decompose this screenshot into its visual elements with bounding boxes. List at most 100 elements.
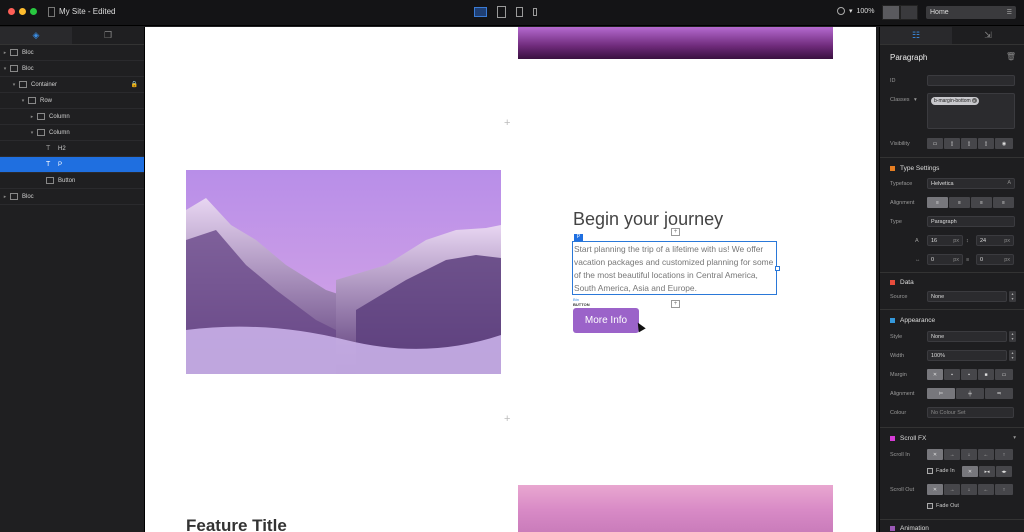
resize-handle[interactable]: [775, 266, 780, 271]
remove-class-icon[interactable]: ×: [971, 98, 977, 103]
fade-in-expand-icon[interactable]: ▸◂: [979, 466, 995, 477]
font-size-field[interactable]: 16 px: [927, 235, 963, 246]
fade-in-checkbox[interactable]: [927, 468, 933, 474]
line-height-field[interactable]: 24 px: [976, 235, 1014, 246]
zoom-window-button[interactable]: [30, 8, 37, 15]
tablet-landscape-icon[interactable]: [497, 6, 506, 18]
visibility-tablet-icon[interactable]: ▯: [944, 138, 960, 149]
id-field[interactable]: [927, 75, 1015, 86]
scroll-in-up-icon[interactable]: ↑: [995, 449, 1013, 460]
scroll-in-none-icon[interactable]: ✕: [927, 449, 943, 460]
style-select[interactable]: None: [927, 331, 1007, 342]
colour-field[interactable]: No Colour Set: [927, 407, 1014, 418]
page-select[interactable]: Home ☰: [926, 6, 1016, 19]
disclosure-open-icon[interactable]: ▾: [11, 82, 17, 88]
disclosure-closed-icon[interactable]: ▸: [2, 194, 8, 200]
section-heading[interactable]: Begin your journey: [573, 209, 723, 230]
layer-item[interactable]: T H2: [0, 141, 144, 157]
disclosure-open-icon[interactable]: ▾: [2, 66, 8, 72]
layer-item[interactable]: ▸ Bloc: [0, 189, 144, 205]
disclosure-closed-icon[interactable]: ▸: [29, 114, 35, 120]
visibility-phone-icon[interactable]: ▯: [978, 138, 994, 149]
scroll-fx-header[interactable]: Scroll FX: [890, 435, 926, 442]
source-select[interactable]: None: [927, 291, 1007, 302]
stop-button[interactable]: [882, 5, 900, 20]
mountain-image[interactable]: [186, 170, 501, 374]
animation-header[interactable]: Animation: [890, 525, 929, 532]
align-left-icon[interactable]: ≡: [927, 197, 948, 208]
fade-in-contract-icon[interactable]: ◂▸: [996, 466, 1012, 477]
letter-spacing-field[interactable]: 0 px: [927, 254, 963, 265]
scroll-in-down-icon[interactable]: ↓: [961, 449, 977, 460]
add-element-icon[interactable]: +: [671, 228, 680, 236]
trash-icon[interactable]: 🗑: [1006, 52, 1016, 61]
block-align-center-icon[interactable]: ╪: [956, 388, 984, 399]
margin-large-icon[interactable]: ■: [978, 369, 994, 380]
align-center-icon[interactable]: ≡: [949, 197, 970, 208]
align-right-icon[interactable]: ≡: [971, 197, 992, 208]
close-window-button[interactable]: [8, 8, 15, 15]
margin-small-icon[interactable]: ▪: [944, 369, 960, 380]
visibility-eye-icon[interactable]: ◉: [995, 138, 1013, 149]
align-justify-icon[interactable]: ≡: [993, 197, 1014, 208]
feature-title[interactable]: Feature Title: [186, 516, 287, 532]
classes-chevron-icon[interactable]: ▾: [914, 97, 917, 103]
scroll-out-up-icon[interactable]: ↑: [995, 484, 1013, 495]
phone-icon[interactable]: [533, 8, 537, 16]
fade-out-checkbox[interactable]: [927, 503, 933, 509]
pages-tab-icon[interactable]: ❐: [72, 27, 144, 44]
block-align-left-icon[interactable]: ⊨: [927, 388, 955, 399]
typeface-field[interactable]: Helvetica A: [927, 178, 1015, 189]
source-stepper-icon[interactable]: ▴ ▾: [1009, 291, 1016, 302]
block-align-right-icon[interactable]: ⫤: [985, 388, 1013, 399]
scroll-in-right-icon[interactable]: →: [944, 449, 960, 460]
appearance-header[interactable]: Appearance: [890, 317, 935, 324]
layer-item[interactable]: ▸ Column: [0, 109, 144, 125]
layer-item[interactable]: ▸ Bloc: [0, 45, 144, 61]
layer-item[interactable]: ▾ Container 🔒: [0, 77, 144, 93]
visibility-tablet-portrait-icon[interactable]: ▯: [961, 138, 977, 149]
type-settings-header[interactable]: Type Settings: [890, 165, 939, 172]
data-header[interactable]: Data: [890, 279, 914, 286]
add-bloc-icon-2[interactable]: +: [504, 413, 510, 425]
scroll-fx-collapse-icon[interactable]: ▾: [1013, 435, 1016, 441]
scroll-out-down-icon[interactable]: ↓: [961, 484, 977, 495]
scroll-out-left-icon[interactable]: ←: [978, 484, 994, 495]
zoom-control[interactable]: ▾ 100%: [837, 7, 874, 15]
bottom-image[interactable]: [518, 485, 833, 532]
disclosure-open-icon[interactable]: ▾: [29, 130, 35, 136]
type-select[interactable]: Paragraph: [927, 216, 1015, 227]
minimize-window-button[interactable]: [19, 8, 26, 15]
fade-in-none-icon[interactable]: ✕: [962, 466, 978, 477]
margin-medium-icon[interactable]: ▪: [961, 369, 977, 380]
export-tab-icon[interactable]: ⇲: [952, 27, 1024, 44]
add-element-below-icon[interactable]: +: [671, 300, 680, 308]
word-spacing-field[interactable]: 0 px: [976, 254, 1014, 265]
add-bloc-icon[interactable]: +: [504, 117, 510, 129]
top-image[interactable]: [518, 27, 833, 59]
tablet-portrait-icon[interactable]: [516, 7, 523, 17]
width-stepper-icon[interactable]: ▴ ▾: [1009, 350, 1016, 361]
more-info-button[interactable]: More Info: [573, 308, 639, 333]
layer-item[interactable]: ▾ Row: [0, 93, 144, 109]
sliders-tab-icon[interactable]: ☷: [880, 27, 952, 44]
margin-custom-icon[interactable]: ▭: [995, 369, 1013, 380]
selected-paragraph[interactable]: Start planning the trip of a lifetime wi…: [572, 241, 777, 295]
visibility-desktop-icon[interactable]: ▭: [927, 138, 943, 149]
style-stepper-icon[interactable]: ▴ ▾: [1009, 331, 1016, 342]
scroll-in-left-icon[interactable]: ←: [978, 449, 994, 460]
layers-tab-icon[interactable]: ◈: [0, 27, 72, 44]
margin-none-icon[interactable]: ✕: [927, 369, 943, 380]
class-chip[interactable]: b-margin-bottom ×: [931, 97, 979, 105]
desktop-icon[interactable]: [474, 7, 487, 17]
scroll-out-none-icon[interactable]: ✕: [927, 484, 943, 495]
width-select[interactable]: 100%: [927, 350, 1007, 361]
design-canvas[interactable]: + Begin your journey + P Start planning …: [145, 27, 876, 532]
scroll-out-right-icon[interactable]: →: [944, 484, 960, 495]
layer-item[interactable]: TP: [0, 157, 144, 173]
disclosure-open-icon[interactable]: ▾: [20, 98, 26, 104]
lock-icon[interactable]: 🔒: [131, 81, 138, 88]
play-button[interactable]: [900, 5, 918, 20]
disclosure-closed-icon[interactable]: ▸: [2, 50, 8, 56]
layer-item[interactable]: ▾ Column: [0, 125, 144, 141]
